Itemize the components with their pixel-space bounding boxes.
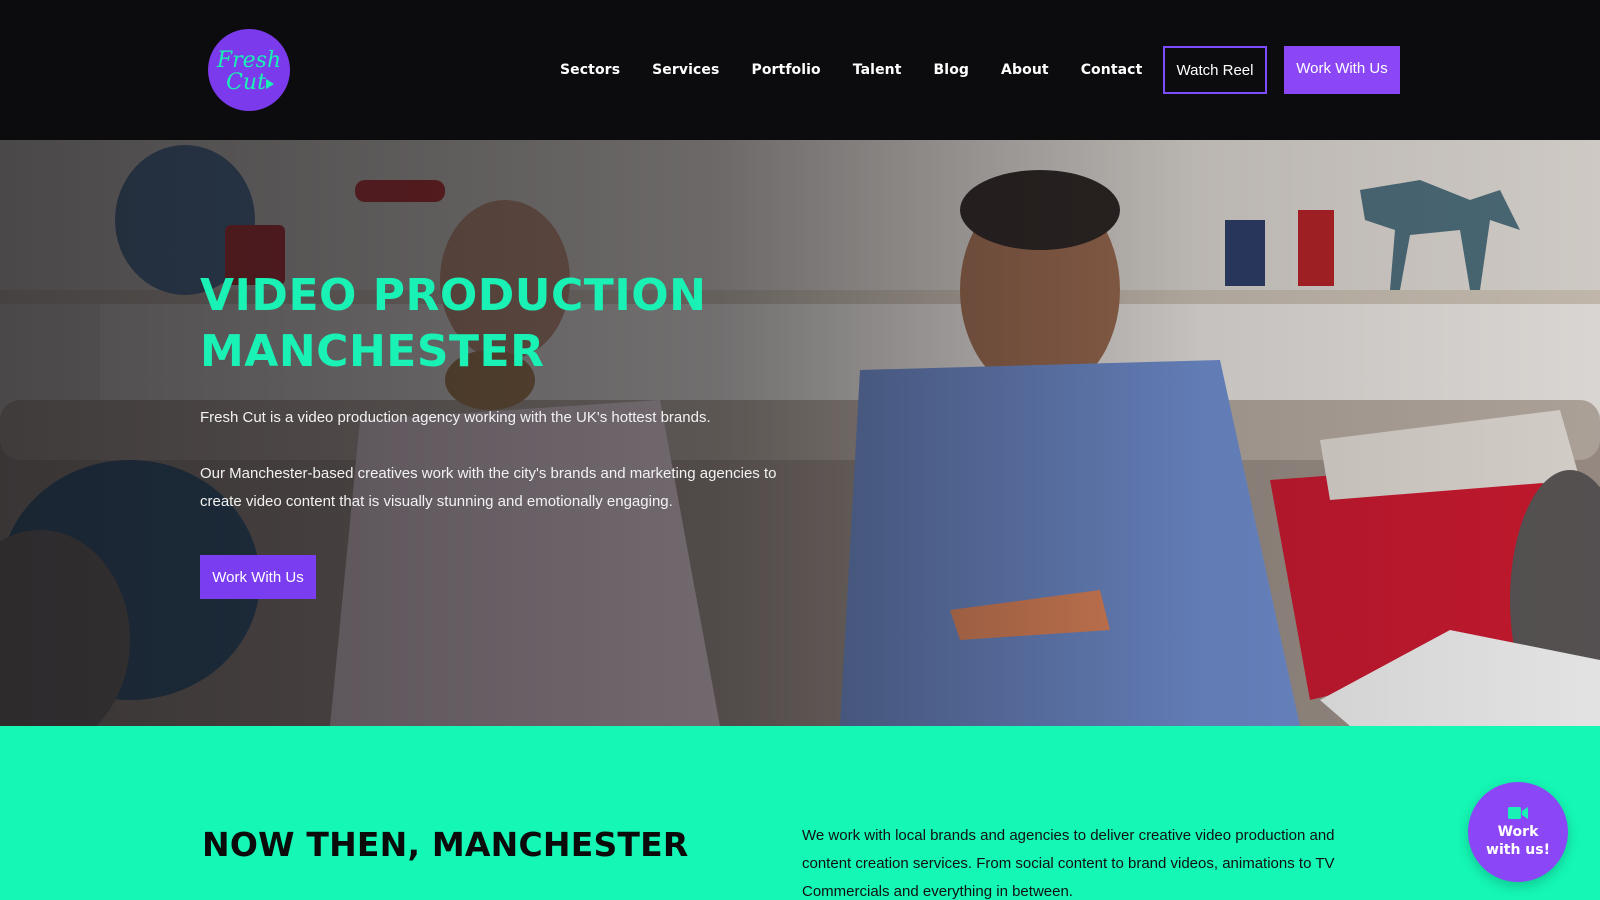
hero-description-paragraph: Our Manchester-based creatives work with…	[200, 465, 777, 510]
floating-cta-label: Work with us!	[1486, 823, 1550, 858]
hero-intro-paragraph: Fresh Cut is a video production agency w…	[200, 409, 711, 426]
nav-about[interactable]: About	[1001, 62, 1049, 78]
fresh-cut-logo[interactable]: Fresh Cut	[208, 29, 290, 111]
nav-blog[interactable]: Blog	[934, 62, 970, 78]
hero-title: VIDEO PRODUCTION MANCHESTER	[200, 268, 900, 380]
intro-heading: NOW THEN, MANCHESTER	[202, 825, 689, 864]
nav-services[interactable]: Services	[652, 62, 719, 78]
watch-reel-button[interactable]: Watch Reel	[1163, 46, 1267, 94]
video-camera-icon	[1508, 806, 1528, 819]
logo-mark-icon: Fresh Cut	[216, 48, 281, 95]
intro-section: NOW THEN, MANCHESTER We work with local …	[0, 726, 1600, 900]
hero-title-line-2: MANCHESTER	[200, 326, 545, 377]
nav-contact[interactable]: Contact	[1081, 62, 1143, 78]
nav-talent[interactable]: Talent	[853, 62, 902, 78]
floating-work-with-us-button[interactable]: Work with us!	[1468, 782, 1568, 882]
main-nav: Sectors Services Portfolio Talent Blog A…	[560, 46, 1142, 94]
svg-text:Cut: Cut	[226, 70, 266, 95]
work-with-us-hero-button[interactable]: Work With Us	[200, 555, 316, 599]
work-with-us-header-button[interactable]: Work With Us	[1284, 46, 1400, 94]
hero-dark-overlay	[0, 140, 1600, 726]
hero-title-line-1: VIDEO PRODUCTION	[200, 270, 707, 321]
nav-sectors[interactable]: Sectors	[560, 62, 620, 78]
intro-text: We work with local brands and agencies t…	[802, 827, 1335, 900]
site-header: Fresh Cut Sectors Services Portfolio Tal…	[0, 0, 1600, 140]
nav-portfolio[interactable]: Portfolio	[751, 62, 820, 78]
hero-section: VIDEO PRODUCTION MANCHESTER Fresh Cut is…	[0, 140, 1600, 726]
